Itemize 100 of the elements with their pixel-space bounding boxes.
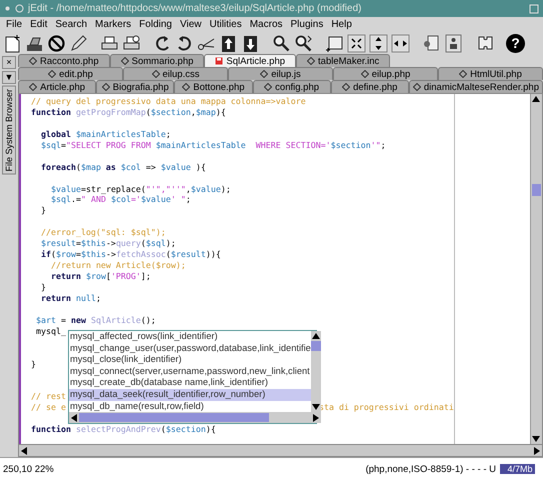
tab[interactable]: edit.php [18,67,123,80]
code-line: $sql.=" AND $col='$value' "; [50,194,191,206]
tab-label: define.php [353,82,398,92]
tab[interactable]: config.php [252,80,331,93]
panel-icon[interactable] [444,34,463,52]
tab[interactable]: Biografia.php [96,80,174,93]
completion-item[interactable]: mysql_db_name(result,row,field) [69,400,311,412]
tab[interactable]: Sommario.php [110,54,204,67]
tab-label: eilup.css [162,68,200,80]
tab-label: Racconto.php [40,56,99,66]
code-line: //error_log("sql: $sql"); [40,227,166,238]
completion-item[interactable]: mysql_affected_rows(link_identifier) [69,331,311,343]
code-line: $value=str_replace("'","''",$value); [50,184,231,194]
completion-item[interactable]: mysql_connect(server,username,password,new_link,client [69,366,311,378]
search-icon[interactable] [272,34,291,52]
code-line: // se e [31,402,66,414]
expand-icon[interactable] [347,34,366,52]
scroll-up-icon[interactable] [310,331,321,341]
code-line: } [31,358,36,370]
menu-item[interactable]: Help [331,19,352,30]
close-button[interactable]: × [2,56,16,69]
tab[interactable]: Bottone.php [174,80,253,93]
completion-item[interactable]: mysql_close(link_identifier) [69,354,311,366]
tab[interactable]: define.php [330,80,409,93]
printer-icon[interactable] [100,34,119,52]
tab-label: Sommario.php [132,56,194,66]
code-line: } [40,205,46,216]
menu-button[interactable]: ▼ [2,71,16,84]
printer-icon[interactable] [122,34,141,52]
tab-label: eilup.js [271,68,301,80]
menu-item[interactable]: Plugins [290,19,324,30]
scrollbar-thumb[interactable] [310,341,321,351]
tab-label: edit.php [59,68,93,80]
code-line: $art = new SqlArticle(); [36,314,156,326]
code-line: mysql_ [36,326,66,337]
code-line: global $mainArticlesTable; [40,128,171,140]
arrow-down-icon[interactable] [241,34,260,52]
circle-icon[interactable] [15,4,24,13]
tab[interactable]: Article.php [18,80,96,93]
scrollbar-thumb[interactable] [532,184,541,196]
new-file-icon[interactable] [3,34,22,52]
completion-item[interactable]: mysql_data_seek(result_identifier,row_number) [69,388,311,401]
buffer-mode: (php,none,ISO-8859-1) - - - - U [366,464,496,474]
tab-label: eilup.php [372,68,410,80]
window-title: jEdit - /home/matteo/httpdocs/www/maltese3/eilup/SqlArticle.php (modified) [28,3,362,14]
menu-item[interactable]: Edit [30,19,48,30]
menu-item[interactable]: Search [55,19,88,30]
tab[interactable]: SqlArticle.php [204,54,296,67]
code-line: foreach($map as $col => $value ){ [40,162,206,173]
code-line: // rest [31,391,66,402]
window-icon[interactable] [325,34,344,52]
horizontal-arrows-icon[interactable] [391,34,410,52]
maximize-icon[interactable] [529,4,539,14]
horizontal-scrollbar[interactable] [18,445,543,457]
tab-label: Article.php [40,82,86,92]
arrow-up-icon[interactable] [219,34,238,52]
code-line: if($row=$this->fetchAssoc($result)){ [40,249,221,260]
tab-label: config.php [275,82,320,92]
tab[interactable]: eilup.css [123,67,228,80]
code-line: $sql="SELECT PROG FROM $mainArticlesTable WHERE SECTION='$section'"; [40,140,386,151]
code-line: //return new Article($row); [50,260,186,271]
menu-item[interactable]: Macros [250,19,283,30]
tab[interactable]: Racconto.php [18,54,110,67]
code-line: function selectProgAndPrev($section){ [31,424,216,436]
code-line: function getProgFromMap($section,$map){ [31,106,226,118]
tab[interactable]: tableMaker.inc [296,54,390,67]
code-line: return null; [40,292,101,304]
code-editor[interactable] [18,93,543,445]
tab-label: Bottone.php [193,82,245,92]
menu-item[interactable]: Folding [139,19,172,30]
tab[interactable]: dinamicMalteseRender.php [408,80,543,93]
tab[interactable]: HtmlUtil.php [438,67,543,80]
vertical-arrows-icon[interactable] [369,34,388,52]
tab-label: HtmlUtil.php [470,68,522,80]
popup-scrollbar[interactable] [310,331,321,412]
code-line: return $row['PROG']; [50,271,151,282]
tab-label: tableMaker.inc [318,56,380,66]
tab-label: dinamicMalteseRender.php [424,82,539,92]
help-icon[interactable]: ? [506,34,525,52]
tab[interactable]: eilup.php [333,67,438,80]
file-system-browser-tab[interactable]: File System Browser [2,86,16,175]
completion-item[interactable]: mysql_change_user(user,password,database,link_identifie [69,342,311,354]
tab[interactable]: eilup.js [228,67,333,80]
stop-icon[interactable] [47,34,66,52]
menu-item[interactable]: Markers [95,19,132,30]
vertical-scrollbar[interactable] [530,94,542,444]
menu-item[interactable]: Utilities [209,19,242,30]
caret-position: 250,10 22% [3,464,55,474]
menu-item[interactable]: View [180,19,202,30]
tab-label: SqlArticle.php [226,56,286,66]
scrollbar-thumb[interactable] [79,413,269,422]
document-icon[interactable] [422,34,441,52]
search-icon[interactable] [294,34,313,52]
code-line: } [40,282,46,293]
menu-item[interactable]: File [6,19,22,30]
tab-label: Biografia.php [112,82,169,92]
window-menu-icon[interactable] [4,5,11,12]
code-line: $result=$this->query($sql); [40,238,176,250]
completion-item[interactable]: mysql_create_db(database name,link_identifier) [69,377,311,389]
popup-horizontal-scrollbar[interactable] [69,412,321,424]
